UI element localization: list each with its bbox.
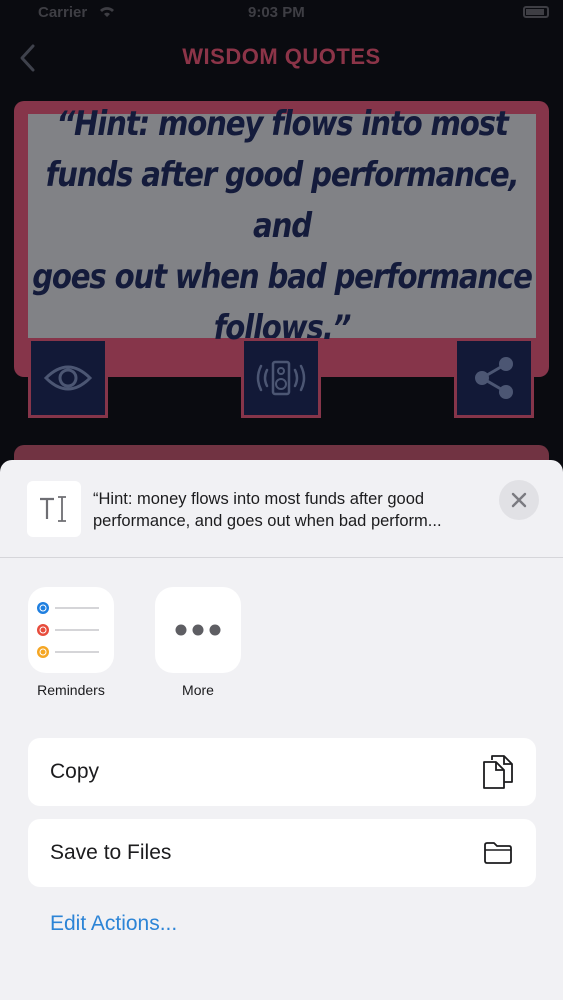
app-more[interactable]: More [143, 587, 253, 698]
action-label: Save to Files [50, 841, 172, 864]
share-preview-text: “Hint: money flows into most funds after… [93, 488, 493, 532]
action-label: Copy [50, 760, 100, 783]
share-preview-line: “Hint: money flows into most funds after… [93, 490, 425, 508]
more-icon [155, 587, 241, 673]
app-label: Reminders [37, 682, 105, 698]
screen: Carrier 9:03 PM WISDOM QUOTES “Hint: mon… [0, 0, 563, 1000]
share-sheet: “Hint: money flows into most funds after… [0, 460, 563, 1000]
edit-actions-link[interactable]: Edit Actions... [50, 912, 177, 936]
close-button[interactable] [499, 480, 539, 520]
share-sheet-header: “Hint: money flows into most funds after… [0, 460, 563, 558]
folder-icon [480, 835, 516, 871]
copy-action[interactable]: Copy [28, 738, 536, 806]
reminders-icon [28, 587, 114, 673]
app-reminders[interactable]: Reminders [16, 587, 126, 698]
text-cursor-icon [40, 496, 66, 522]
share-apps-row: Reminders More [0, 587, 563, 707]
copy-icon [480, 754, 516, 790]
close-icon [511, 492, 527, 508]
save-to-files-action[interactable]: Save to Files [28, 819, 536, 887]
text-document-thumbnail [27, 481, 81, 537]
app-label: More [182, 682, 214, 698]
share-preview-line: performance, and goes out when bad perfo… [93, 512, 442, 530]
